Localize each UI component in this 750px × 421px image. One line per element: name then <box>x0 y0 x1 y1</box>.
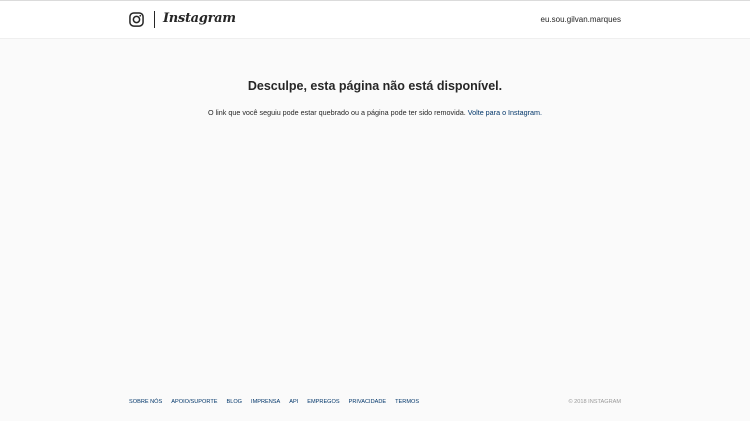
instagram-camera-icon[interactable] <box>129 12 144 27</box>
error-content: Desculpe, esta página não está disponíve… <box>0 78 750 118</box>
footer-link-jobs[interactable]: Empregos <box>307 399 339 405</box>
username-link[interactable]: eu.sou.gilvan.marques <box>541 15 622 24</box>
footer-link-api[interactable]: API <box>289 399 298 405</box>
back-to-instagram-link[interactable]: Volte para o Instagram. <box>468 108 542 117</box>
footer-link-terms[interactable]: Termos <box>395 399 419 405</box>
footer-nav: Sobre nós Apoio/Suporte Blog Imprensa AP… <box>129 399 419 405</box>
footer-link-support[interactable]: Apoio/Suporte <box>171 399 217 405</box>
footer-link-privacy[interactable]: Privacidade <box>349 399 387 405</box>
footer: Sobre nós Apoio/Suporte Blog Imprensa AP… <box>129 399 621 409</box>
instagram-wordmark-logo[interactable]: Instagram <box>163 11 236 26</box>
page: Instagram eu.sou.gilvan.marques Desculpe… <box>0 0 750 421</box>
footer-link-blog[interactable]: Blog <box>226 399 242 405</box>
error-message-text: O link que você seguiu pode estar quebra… <box>207 108 466 117</box>
footer-link-press[interactable]: Imprensa <box>251 399 280 405</box>
copyright: © 2018 Instagram <box>568 399 621 405</box>
error-title: Desculpe, esta página não está disponíve… <box>247 79 503 93</box>
logo-divider <box>154 11 155 28</box>
footer-link-about[interactable]: Sobre nós <box>129 399 162 405</box>
top-nav: Instagram eu.sou.gilvan.marques <box>0 1 750 39</box>
error-message: O link que você seguiu pode estar quebra… <box>0 108 750 118</box>
